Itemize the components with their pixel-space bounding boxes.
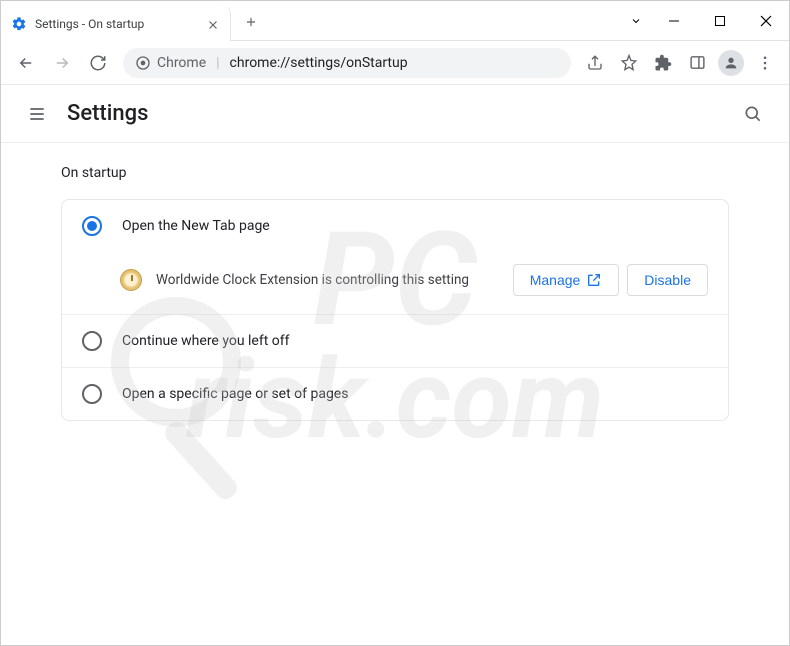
chrome-icon <box>135 55 151 71</box>
option-open-new-tab[interactable]: Open the New Tab page <box>62 200 728 252</box>
menu-kebab-icon[interactable] <box>749 47 781 79</box>
search-icon[interactable] <box>735 96 771 132</box>
settings-content: On startup Open the New Tab page Worldwi… <box>1 143 789 443</box>
disable-button[interactable]: Disable <box>627 264 708 296</box>
gear-icon <box>11 16 27 32</box>
option-continue[interactable]: Continue where you left off <box>62 314 728 367</box>
startup-options-card: Open the New Tab page Worldwide Clock Ex… <box>61 199 729 421</box>
clock-extension-icon <box>120 269 142 291</box>
close-tab-icon[interactable] <box>206 17 220 31</box>
url-separator: | <box>216 55 219 71</box>
extension-control-notice: Worldwide Clock Extension is controlling… <box>62 252 728 314</box>
hamburger-menu-icon[interactable] <box>19 96 55 132</box>
section-title: On startup <box>61 165 729 181</box>
settings-header: Settings <box>1 85 789 143</box>
profile-avatar[interactable] <box>715 47 747 79</box>
window-titlebar: Settings - On startup <box>1 1 789 41</box>
new-tab-button[interactable] <box>237 8 265 36</box>
browser-toolbar: Chrome | chrome://settings/onStartup <box>1 41 789 85</box>
share-icon[interactable] <box>579 47 611 79</box>
option-label: Continue where you left off <box>122 333 290 349</box>
close-window-button[interactable] <box>743 1 789 41</box>
sidepanel-icon[interactable] <box>681 47 713 79</box>
window-controls <box>621 1 789 40</box>
option-specific-pages[interactable]: Open a specific page or set of pages <box>62 367 728 420</box>
radio-unselected[interactable] <box>82 384 102 404</box>
url-host: Chrome <box>157 55 206 71</box>
radio-unselected[interactable] <box>82 331 102 351</box>
back-button[interactable] <box>9 46 43 80</box>
chevron-down-icon[interactable] <box>621 1 651 41</box>
extensions-icon[interactable] <box>647 47 679 79</box>
radio-selected[interactable] <box>82 216 102 236</box>
url-path: chrome://settings/onStartup <box>230 55 408 71</box>
option-label: Open the New Tab page <box>122 218 270 234</box>
browser-tab[interactable]: Settings - On startup <box>1 6 231 41</box>
page-title: Settings <box>67 101 148 126</box>
address-bar[interactable]: Chrome | chrome://settings/onStartup <box>123 48 571 78</box>
forward-button[interactable] <box>45 46 79 80</box>
minimize-button[interactable] <box>651 1 697 41</box>
open-external-icon <box>586 272 602 288</box>
manage-button[interactable]: Manage <box>513 264 620 296</box>
manage-button-label: Manage <box>530 272 581 288</box>
option-label: Open a specific page or set of pages <box>122 386 348 402</box>
reload-button[interactable] <box>81 46 115 80</box>
maximize-button[interactable] <box>697 1 743 41</box>
disable-button-label: Disable <box>644 272 691 288</box>
tab-title: Settings - On startup <box>35 17 198 31</box>
extension-message: Worldwide Clock Extension is controlling… <box>156 272 499 288</box>
bookmark-star-icon[interactable] <box>613 47 645 79</box>
